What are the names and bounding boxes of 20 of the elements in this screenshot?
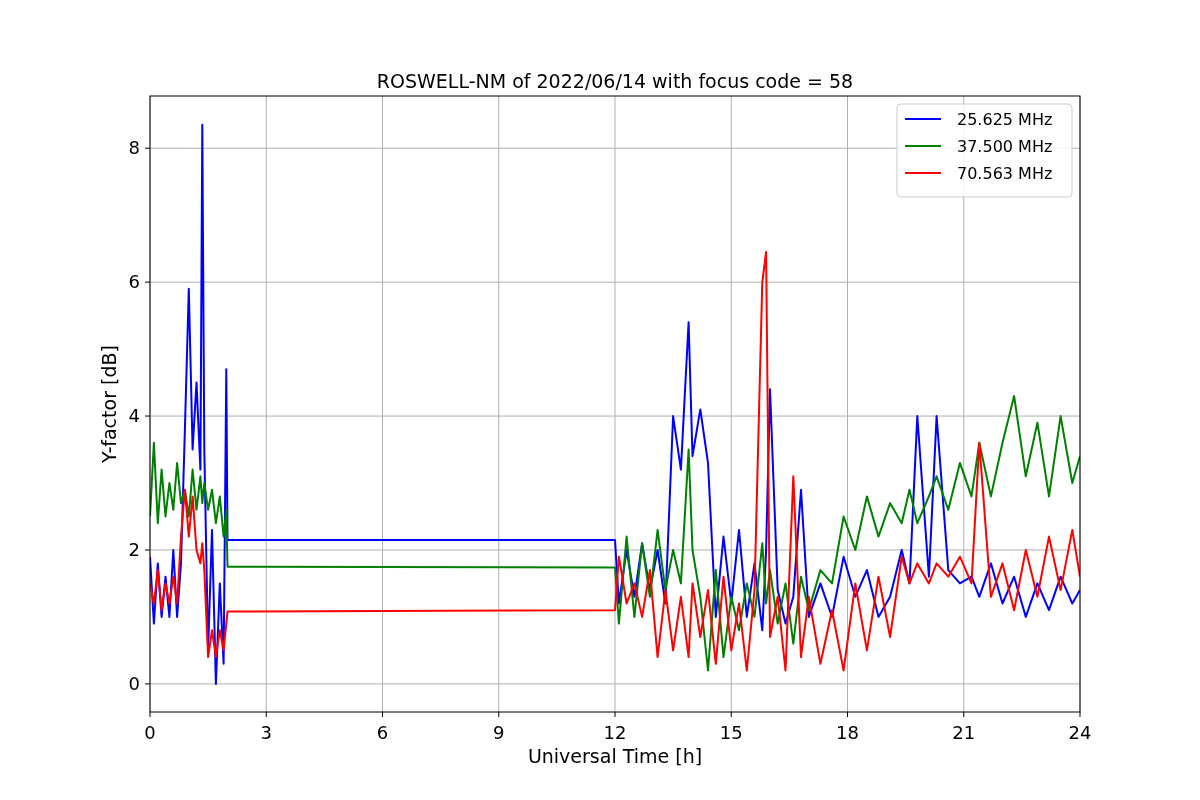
y-tick-label: 4: [128, 405, 140, 427]
y-tick-label: 8: [128, 137, 140, 159]
chart-title: ROSWELL-NM of 2022/06/14 with focus code = 58: [376, 70, 854, 92]
x-tick-label: 12: [603, 722, 627, 743]
legend-label: 37.500 MHz: [957, 137, 1053, 156]
x-tick-label: 24: [1068, 722, 1092, 743]
legend-label: 70.563 MHz: [957, 164, 1053, 183]
x-tick-label: 21: [952, 722, 976, 743]
y-tick-label: 2: [128, 538, 140, 560]
x-tick-label: 9: [493, 722, 505, 743]
x-axis-label: Universal Time [h]: [527, 745, 703, 767]
x-tick-label: 18: [836, 722, 859, 743]
x-tick-label: 3: [260, 722, 272, 743]
x-tick-label: 6: [376, 722, 389, 743]
y-axis-label: Y-factor [dB]: [98, 345, 120, 463]
x-tick-label: 15: [719, 722, 743, 743]
x-tick-label: 0: [144, 722, 156, 743]
y-tick-label: 0: [128, 672, 140, 694]
y-tick-label: 6: [128, 271, 140, 293]
legend-label: 25.625 MHz: [957, 110, 1053, 129]
